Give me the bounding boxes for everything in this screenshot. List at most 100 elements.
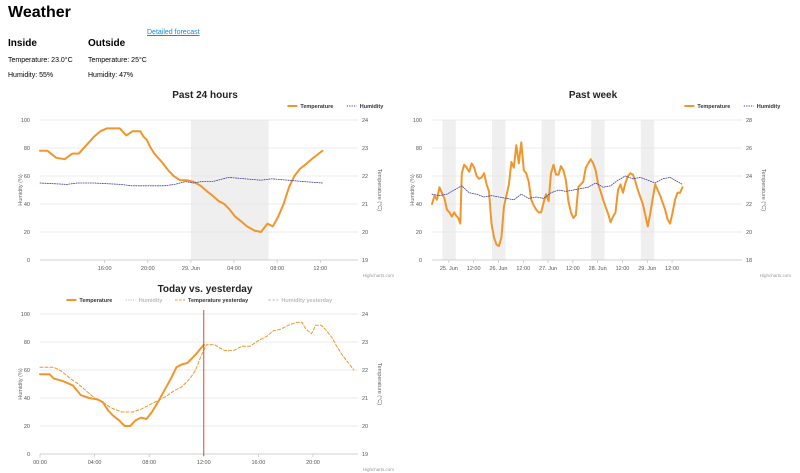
chart-title: Past week <box>569 90 618 101</box>
legend-label: Temperature <box>79 298 112 304</box>
y2-tick-label: 22 <box>746 202 752 208</box>
today-vs-yesterday-chart: Today vs. yesterday 0 20 40 60 80 100 19 20 21 22 2… <box>18 284 395 472</box>
x-tick-label: 12:00 <box>467 266 481 272</box>
x-tick-label: 16:00 <box>98 266 112 272</box>
night-band <box>541 120 556 260</box>
y-tick-label: 80 <box>24 146 30 152</box>
y2-tick-label: 21 <box>362 202 368 208</box>
y2-tick-label: 18 <box>746 258 752 264</box>
y2-tick-label: 28 <box>746 118 752 124</box>
y-tick-label: 100 <box>21 118 30 124</box>
night-band <box>591 120 605 260</box>
y2-tick-label: 21 <box>362 396 368 402</box>
series-temperature-yesterday <box>39 321 355 413</box>
inside-heading: Inside <box>8 38 37 49</box>
legend-item: Temperature <box>287 104 333 110</box>
legend-item: Temperature <box>66 298 112 304</box>
x-tick-label: 16:00 <box>251 460 265 466</box>
legend-label: Humidity <box>360 104 384 110</box>
legend-label: Humidity <box>139 298 163 304</box>
x-tick-label: 04:00 <box>227 266 241 272</box>
x-tick-label: 12:00 <box>566 266 580 272</box>
y2-tick-label: 22 <box>362 174 368 180</box>
x-tick-label: 12:00 <box>616 266 630 272</box>
x-tick-label: 20:00 <box>141 266 155 272</box>
y2-tick-label: 24 <box>362 312 368 318</box>
legend-item: Temperature yesterday <box>175 298 249 304</box>
y2-axis-title: Temperature (°C) <box>376 363 382 405</box>
y-tick-label: 0 <box>27 452 30 458</box>
y-axis-title: Humidity (%) <box>18 174 24 206</box>
y2-tick-label: 22 <box>362 368 368 374</box>
y2-tick-label: 20 <box>746 230 752 236</box>
x-tick-label: 26. Jun <box>489 266 507 272</box>
detailed-forecast-link[interactable]: Detailed forecast <box>147 29 200 36</box>
y2-tick-label: 24 <box>362 118 368 124</box>
x-tick-label: 12:00 <box>313 266 327 272</box>
legend-label: Temperature yesterday <box>188 298 249 304</box>
y-tick-label: 60 <box>24 174 30 180</box>
y2-axis-title: Temperature (°C) <box>376 169 382 211</box>
x-tick-label: 12:00 <box>197 460 211 466</box>
y2-tick-label: 19 <box>362 452 368 458</box>
y2-tick-label: 24 <box>746 174 752 180</box>
x-tick-label: 12:00 <box>665 266 679 272</box>
chart-title: Today vs. yesterday <box>158 284 253 295</box>
y-tick-label: 20 <box>24 424 30 430</box>
page-title: Weather <box>8 4 71 21</box>
legend-label: Humidity <box>757 104 781 110</box>
outside-humidity: Humidity: 47% <box>88 72 134 79</box>
y-tick-label: 40 <box>24 202 30 208</box>
past-week-chart: Past week 0 20 40 60 80 100 18 20 22 24 26 28 Humidit… <box>410 90 792 278</box>
y-tick-label: 40 <box>24 396 30 402</box>
inside-temperature: Temperature: 23.0°C <box>8 57 73 64</box>
y-axis-title: Humidity (%) <box>410 174 416 206</box>
x-tick-label: 29. Jun <box>182 266 200 272</box>
highcharts-credit: Highcharts.com <box>363 467 395 472</box>
legend-item: Temperature <box>684 104 730 110</box>
y-tick-label: 20 <box>416 230 422 236</box>
x-tick-label: 08:00 <box>270 266 284 272</box>
y-tick-label: 60 <box>416 174 422 180</box>
x-tick-label: 28. Jun <box>589 266 607 272</box>
y-tick-label: 100 <box>21 312 30 318</box>
legend-item: Humidity <box>346 104 384 110</box>
legend-item: Humidity yesterday <box>268 298 333 304</box>
x-tick-label: 08:00 <box>142 460 156 466</box>
night-band <box>442 120 456 260</box>
outside-temperature: Temperature: 25°C <box>88 57 147 64</box>
y2-tick-label: 26 <box>746 146 752 152</box>
y2-tick-label: 23 <box>362 340 368 346</box>
series-temperature <box>39 127 324 233</box>
y-tick-label: 0 <box>419 258 422 264</box>
legend-item: Humidity <box>743 104 781 110</box>
y-tick-label: 80 <box>24 340 30 346</box>
x-tick-label: 27. Jun <box>539 266 557 272</box>
y2-tick-label: 23 <box>362 146 368 152</box>
x-tick-label: 29. Jun <box>638 266 656 272</box>
x-tick-label: 00:00 <box>33 460 47 466</box>
past-24-hours-chart: Past 24 hours 0 20 40 60 80 100 19 20 21 22 23 24 Hum… <box>18 90 395 278</box>
legend-label: Humidity yesterday <box>281 298 333 304</box>
series-temperature <box>39 343 205 427</box>
y2-tick-label: 19 <box>362 258 368 264</box>
y-axis-title: Humidity (%) <box>18 368 24 400</box>
y2-tick-label: 20 <box>362 424 368 430</box>
y-tick-label: 0 <box>27 258 30 264</box>
legend-label: Temperature <box>300 104 333 110</box>
y2-axis-title: Temperature (°C) <box>760 169 766 211</box>
y-tick-label: 20 <box>24 230 30 236</box>
legend-label: Temperature <box>697 104 730 110</box>
y-tick-label: 80 <box>416 146 422 152</box>
inside-humidity: Humidity: 55% <box>8 72 54 79</box>
highcharts-credit: Highcharts.com <box>363 273 395 278</box>
y-tick-label: 60 <box>24 368 30 374</box>
x-tick-label: 04:00 <box>88 460 102 466</box>
highcharts-credit: Highcharts.com <box>760 273 792 278</box>
outside-heading: Outside <box>88 38 126 49</box>
y-tick-label: 40 <box>416 202 422 208</box>
night-band <box>190 120 269 260</box>
x-tick-label: 12:00 <box>516 266 530 272</box>
x-tick-label: 25. Jun <box>440 266 458 272</box>
series-humidity <box>39 177 323 187</box>
